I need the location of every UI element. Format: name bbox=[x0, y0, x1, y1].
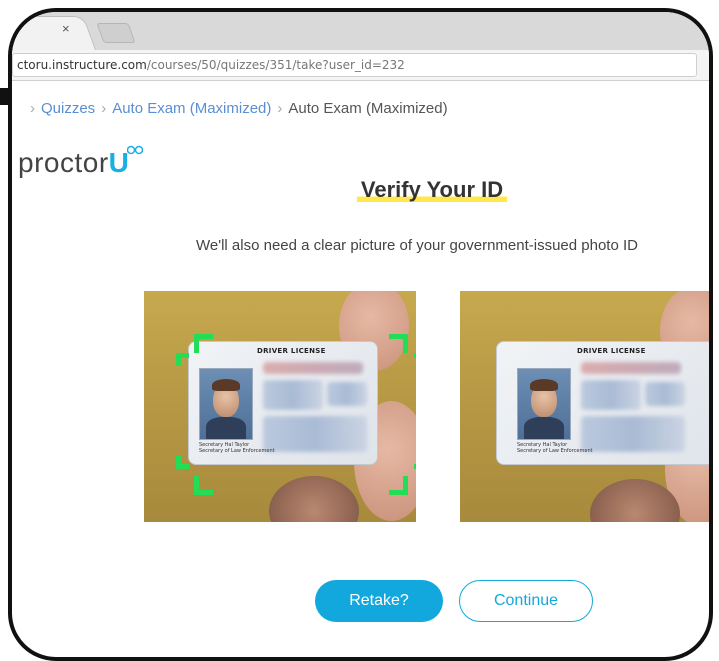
page-title-wrap: Verify Your ID bbox=[12, 177, 709, 204]
address-bar: ctoru.instructure.com/courses/50/quizzes… bbox=[12, 50, 709, 81]
breadcrumb-separator: › bbox=[277, 100, 283, 117]
close-tab-icon[interactable]: × bbox=[62, 21, 70, 36]
page-title: Verify Your ID bbox=[356, 177, 508, 204]
card-title: DRIVER LICENSE bbox=[257, 347, 326, 355]
new-tab-button[interactable] bbox=[96, 23, 136, 43]
signature-line: Secretary of Law Enforcement bbox=[517, 448, 593, 454]
breadcrumb-separator: › bbox=[101, 100, 107, 117]
portrait-hair bbox=[212, 379, 240, 391]
scan-corner-bottom-right bbox=[389, 476, 408, 495]
breadcrumb-quizzes[interactable]: Quizzes bbox=[41, 100, 95, 117]
redacted-details bbox=[327, 382, 367, 406]
face-shadow bbox=[269, 476, 359, 522]
logo-text: proctor bbox=[18, 147, 109, 178]
breadcrumb-current: Auto Exam (Maximized) bbox=[288, 100, 448, 117]
redacted-details bbox=[581, 416, 685, 452]
id-portrait bbox=[199, 368, 253, 440]
browser-tab-strip: × bbox=[12, 12, 709, 51]
scan-corner-bottom-left bbox=[194, 476, 213, 495]
portrait-hair bbox=[530, 379, 558, 391]
url-input[interactable]: ctoru.instructure.com/courses/50/quizzes… bbox=[12, 53, 697, 77]
scan-corner-top-left bbox=[176, 353, 189, 366]
proctoru-logo: proctorU bbox=[18, 147, 129, 179]
breadcrumb-exam[interactable]: Auto Exam (Maximized) bbox=[112, 100, 271, 117]
camera-preview: DRIVER LICENSE Secretary Hal Taylor Secre… bbox=[144, 291, 416, 522]
captured-id-photo: DRIVER LICENSE Secretary Hal Taylor Secre… bbox=[460, 291, 709, 522]
redacted-name bbox=[263, 362, 363, 374]
breadcrumb-separator: › bbox=[30, 100, 35, 117]
continue-button[interactable]: Continue bbox=[459, 580, 593, 622]
redacted-details bbox=[263, 416, 367, 452]
breadcrumb: › Quizzes › Auto Exam (Maximized) › Auto Exam… bbox=[24, 100, 448, 117]
page-subtitle: We'll also need a clear picture of your … bbox=[196, 237, 638, 254]
scan-corner-top-right bbox=[414, 353, 416, 366]
redacted-details bbox=[263, 380, 323, 410]
scan-corner-top-left bbox=[194, 334, 213, 353]
card-title: DRIVER LICENSE bbox=[577, 347, 646, 355]
retake-button[interactable]: Retake? bbox=[315, 580, 443, 622]
scan-corner-top-right bbox=[389, 334, 408, 353]
scan-corner-bottom-right bbox=[414, 456, 416, 469]
url-text: ctoru.instructure.com/courses/50/quizzes… bbox=[17, 58, 405, 72]
owl-icon bbox=[127, 145, 143, 155]
signature-line: Secretary of Law Enforcement bbox=[199, 448, 275, 454]
device-frame: × ctoru.instructure.com/courses/50/quizz… bbox=[8, 8, 713, 661]
redacted-details bbox=[645, 382, 685, 406]
url-host: ctoru.instructure.com bbox=[17, 58, 147, 72]
redacted-name bbox=[581, 362, 681, 374]
id-card: DRIVER LICENSE Secretary Hal Taylor Secre… bbox=[496, 341, 709, 465]
scan-corner-bottom-left bbox=[176, 456, 189, 469]
browser-tab[interactable] bbox=[12, 16, 97, 51]
url-path: /courses/50/quizzes/351/take?user_id=232 bbox=[146, 58, 405, 72]
portrait-shirt bbox=[524, 417, 564, 439]
id-portrait bbox=[517, 368, 571, 440]
portrait-shirt bbox=[206, 417, 246, 439]
id-card: DRIVER LICENSE Secretary Hal Taylor Secre… bbox=[188, 341, 378, 465]
card-signature: Secretary Hal Taylor Secretary of Law Enf… bbox=[517, 442, 593, 454]
card-signature: Secretary Hal Taylor Secretary of Law Enf… bbox=[199, 442, 275, 454]
redacted-details bbox=[581, 380, 641, 410]
